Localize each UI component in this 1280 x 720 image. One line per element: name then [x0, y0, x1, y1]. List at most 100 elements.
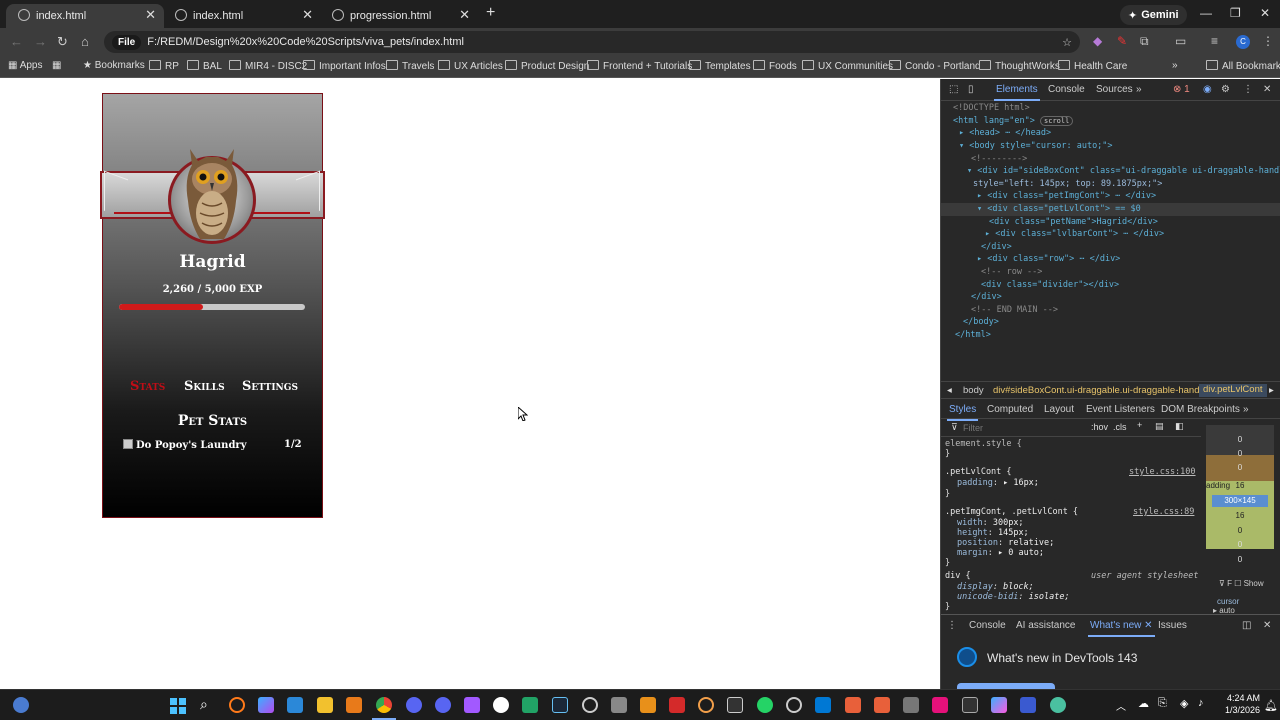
- volume-icon[interactable]: ♪: [1198, 697, 1204, 709]
- terminal-icon[interactable]: [962, 697, 978, 713]
- css-declaration[interactable]: margin: ▸ 0 auto;: [957, 548, 1044, 559]
- tab-dom-breakpoints[interactable]: DOM Breakpoints: [1161, 404, 1240, 415]
- bookmark-folder[interactable]: Travels: [386, 60, 434, 72]
- chrome-icon[interactable]: [376, 697, 392, 713]
- new-tab-button[interactable]: +: [486, 4, 495, 22]
- dom-comment[interactable]: <!-- END MAIN -->: [971, 304, 1058, 317]
- bookmark-folder[interactable]: BAL: [187, 60, 222, 72]
- reload-button[interactable]: ↻: [57, 34, 68, 50]
- weather-icon[interactable]: [13, 697, 29, 713]
- scroll-badge[interactable]: scroll: [1040, 116, 1074, 126]
- dom-comment[interactable]: <!-------->: [971, 153, 1027, 166]
- collapse-arrow-icon[interactable]: ▾: [967, 166, 977, 176]
- menu-icon[interactable]: ⋮: [1262, 34, 1274, 48]
- app-icon[interactable]: [786, 697, 802, 713]
- browser-tab-2[interactable]: index.html ✕: [163, 4, 321, 28]
- app-icon[interactable]: [932, 697, 948, 713]
- drawer-tab-ai-assistance[interactable]: AI assistance: [1016, 620, 1075, 631]
- crumb-item[interactable]: body: [963, 385, 984, 396]
- app-icon[interactable]: [229, 697, 245, 713]
- bookmark-folder[interactable]: Foods: [753, 60, 797, 72]
- device-toolbar-icon[interactable]: ▯: [968, 84, 974, 95]
- close-tab-icon[interactable]: ✕: [459, 7, 470, 23]
- app-icon[interactable]: [669, 697, 685, 713]
- windows-start-icon[interactable]: [170, 698, 186, 714]
- tab-styles[interactable]: Styles: [946, 404, 979, 421]
- crumb-item[interactable]: div#sideBoxCont.ui-draggable.ui-draggabl…: [993, 385, 1207, 396]
- add-rule-icon[interactable]: +: [1137, 420, 1142, 430]
- class-toggle[interactable]: .cls: [1113, 422, 1127, 432]
- settings-gear-icon[interactable]: ⚙: [1221, 84, 1230, 95]
- close-devtools-icon[interactable]: ✕: [1263, 84, 1271, 95]
- search-icon[interactable]: ⌕: [200, 696, 208, 713]
- expand-arrow-icon[interactable]: ▸: [959, 128, 969, 138]
- browser-tab-1[interactable]: index.html ✕: [6, 4, 164, 28]
- drawer-menu-icon[interactable]: ⋮: [947, 620, 957, 631]
- dom-node[interactable]: </div>: [981, 241, 1012, 254]
- tab-layout[interactable]: Layout: [1044, 404, 1074, 415]
- styles-pane[interactable]: element.style { } .petLvlCont { style.cs…: [941, 437, 1199, 613]
- more-tabs-icon[interactable]: »: [1136, 84, 1142, 95]
- dom-node-selected[interactable]: ▾ <div class="petLvlCont"> == $0: [941, 203, 1280, 216]
- discord-icon[interactable]: [406, 697, 422, 713]
- error-badge[interactable]: ⊗ 1: [1173, 84, 1190, 95]
- app-icon[interactable]: [991, 697, 1007, 713]
- paint-icon[interactable]: ▤: [1155, 421, 1164, 432]
- rule-selector[interactable]: .petImgCont, .petLvlCont {: [945, 507, 1078, 518]
- crumb-right-icon[interactable]: ▸: [1269, 385, 1274, 396]
- discord-icon[interactable]: [435, 697, 451, 713]
- figma-icon[interactable]: [464, 697, 480, 713]
- steam-icon[interactable]: [552, 697, 568, 713]
- apps-shortcut[interactable]: ▦ Apps: [8, 60, 42, 71]
- css-declaration[interactable]: height: 145px;: [957, 528, 1029, 539]
- address-bar[interactable]: File F:/REDM/Design%20x%20Code%20Scripts…: [104, 31, 1080, 53]
- gemini-button[interactable]: ✦ Gemini: [1120, 5, 1187, 25]
- tab-stats[interactable]: Stats: [130, 379, 165, 394]
- reading-list-icon[interactable]: ≡: [1211, 34, 1218, 48]
- extension-icon[interactable]: ◆: [1093, 34, 1102, 48]
- copilot-icon[interactable]: [258, 697, 274, 713]
- bookmarks-folder[interactable]: ★ Bookmarks: [83, 60, 145, 71]
- more-bookmarks-icon[interactable]: »: [1172, 60, 1178, 71]
- crumb-item-selected[interactable]: div.petLvlCont: [1199, 384, 1267, 397]
- dom-node[interactable]: ▾ <body style="cursor: auto;">: [959, 140, 1113, 153]
- css-declaration[interactable]: position: relative;: [957, 538, 1054, 549]
- toggle-sidebar-icon[interactable]: ◧: [1175, 421, 1184, 432]
- close-tab-icon[interactable]: ✕: [302, 7, 313, 23]
- dom-node-attr[interactable]: style="left: 145px; top: 89.1875px;">: [973, 178, 1162, 191]
- tab-computed[interactable]: Computed: [987, 404, 1033, 415]
- tab-elements[interactable]: Elements: [994, 84, 1040, 101]
- dom-node[interactable]: </body>: [963, 316, 999, 329]
- whatsapp-icon[interactable]: [757, 697, 773, 713]
- app-icon[interactable]: [874, 697, 890, 713]
- box-model-diagram[interactable]: 0 0 0 adding 16 300×145 16 0 0 0: [1206, 425, 1274, 564]
- all-bookmarks-folder[interactable]: All Bookmarks: [1206, 60, 1280, 72]
- show-all-toggle[interactable]: ⊽ F ☐ Show: [1219, 579, 1264, 588]
- bookmark-folder[interactable]: UX Articles: [438, 60, 503, 72]
- expand-arrow-icon[interactable]: ▸: [977, 254, 987, 264]
- app-icon[interactable]: [640, 697, 656, 713]
- profile-avatar[interactable]: C: [1236, 35, 1250, 49]
- drawer-tab-whats-new[interactable]: What's new ✕: [1088, 620, 1155, 637]
- restore-button[interactable]: ❐: [1230, 6, 1241, 20]
- tab-sources[interactable]: Sources: [1096, 84, 1133, 95]
- app-icon[interactable]: [1020, 697, 1036, 713]
- taskbar-clock[interactable]: 4:24 AM 1/3/2026: [1218, 692, 1260, 716]
- collapse-arrow-icon[interactable]: ▾: [977, 204, 987, 214]
- bookmark-folder[interactable]: Important Infos: [303, 60, 386, 72]
- home-button[interactable]: ⌂: [81, 34, 89, 49]
- app-icon[interactable]: [845, 697, 861, 713]
- close-drawer-icon[interactable]: ✕: [1263, 620, 1271, 631]
- tab-event-listeners[interactable]: Event Listeners: [1086, 404, 1155, 415]
- dom-node[interactable]: ▸ <head> ⋯ </head>: [959, 127, 1051, 140]
- app-icon[interactable]: [493, 697, 509, 713]
- close-tab-icon[interactable]: ✕: [145, 7, 156, 23]
- dom-node[interactable]: </html>: [955, 329, 991, 342]
- bookmark-folder[interactable]: RP: [149, 60, 179, 72]
- dock-icon[interactable]: ◫: [1242, 620, 1251, 631]
- collapse-arrow-icon[interactable]: ▾: [959, 141, 969, 151]
- star-icon[interactable]: ☆: [1062, 36, 1072, 49]
- bookmark-folder[interactable]: Product Design: [505, 60, 589, 72]
- dom-node[interactable]: ▸ <div class="petImgCont"> ⋯ </div>: [977, 190, 1156, 203]
- crumb-left-icon[interactable]: ◂: [947, 385, 952, 396]
